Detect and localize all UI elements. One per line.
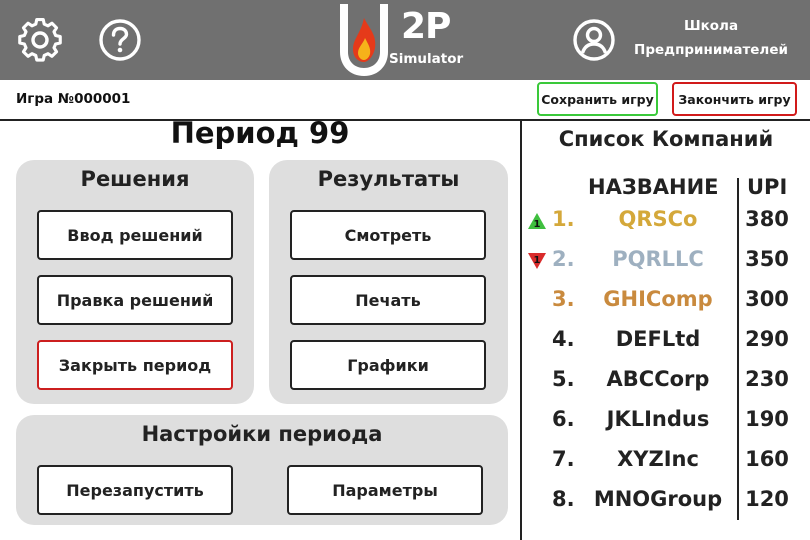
company-name: PQRLLC	[612, 247, 704, 271]
view-results-button[interactable]: Смотреть	[290, 210, 486, 260]
company-upi: 160	[745, 447, 789, 471]
school-line-1: Школа	[683, 18, 739, 34]
school-name: Школа Предпринимателей	[630, 14, 792, 62]
trend-change-label: 1	[534, 255, 541, 266]
company-upi: 380	[745, 207, 789, 231]
school-line-2: Предпринимателей	[634, 42, 788, 58]
end-game-button[interactable]: Закончить игру	[672, 82, 797, 116]
trend-down-icon: 1	[528, 253, 546, 269]
company-list-title: Список Компаний	[558, 127, 774, 151]
print-results-button[interactable]: Печать	[290, 275, 486, 325]
decisions-title: Решения	[80, 167, 190, 191]
gear-icon	[18, 17, 62, 62]
company-rank: 6.	[552, 407, 575, 431]
company-upi: 230	[745, 367, 789, 391]
company-name: ABCCorp	[606, 367, 710, 391]
company-rank: 2.	[552, 247, 575, 271]
company-rank: 3.	[552, 287, 575, 311]
help-button[interactable]	[96, 16, 144, 64]
help-icon	[99, 19, 141, 61]
company-rank: 5.	[552, 367, 575, 391]
company-row: 4. DEFLtd 290	[522, 327, 810, 367]
results-title: Результаты	[317, 167, 460, 191]
company-row: 1 2. PQRLLC 350	[522, 247, 810, 287]
company-upi: 190	[745, 407, 789, 431]
logo-subtext: Simulator	[389, 51, 464, 67]
close-period-button[interactable]: Закрыть период	[37, 340, 233, 390]
logo-text: 2P	[401, 6, 451, 47]
trend-change-label: 1	[534, 219, 541, 230]
profile-button[interactable]	[570, 16, 618, 64]
company-name: XYZInc	[617, 447, 699, 471]
edit-decisions-button[interactable]: Правка решений	[37, 275, 233, 325]
company-name: QRSCo	[618, 207, 698, 231]
user-icon	[573, 19, 615, 61]
column-header-name: НАЗВАНИЕ	[588, 175, 719, 199]
period-title: Период 99	[170, 116, 350, 150]
company-name: DEFLtd	[615, 327, 701, 351]
company-rank: 4.	[552, 327, 575, 351]
company-rank: 1.	[552, 207, 575, 231]
enter-decisions-button[interactable]: Ввод решений	[37, 210, 233, 260]
company-name: MNOGroup	[593, 487, 723, 511]
company-row: 3. GHIComp 300	[522, 287, 810, 327]
company-row: 5. ABCCorp 230	[522, 367, 810, 407]
trend-up-icon: 1	[528, 213, 546, 230]
company-row: 1 1. QRSCo 380	[522, 207, 810, 247]
company-rank: 8.	[552, 487, 575, 511]
results-panel: Результаты Смотреть Печать Графики	[269, 160, 508, 404]
settings-title: Настройки периода	[141, 422, 383, 446]
company-rank: 7.	[552, 447, 575, 471]
settings-button[interactable]	[16, 16, 64, 64]
period-settings-panel: Настройки периода Перезапустить Параметр…	[16, 415, 508, 525]
company-upi: 120	[745, 487, 789, 511]
company-row: 6. JKLIndus 190	[522, 407, 810, 447]
company-upi: 300	[745, 287, 789, 311]
parameters-button[interactable]: Параметры	[287, 465, 483, 515]
restart-button[interactable]: Перезапустить	[37, 465, 233, 515]
company-row: 8. MNOGroup 120	[522, 487, 810, 527]
company-upi: 290	[745, 327, 789, 351]
company-name: JKLIndus	[606, 407, 710, 431]
game-id: Игра №000001	[16, 91, 131, 107]
company-name: GHIComp	[603, 287, 713, 311]
company-upi: 350	[745, 247, 789, 271]
column-header-upi: UPI	[747, 175, 788, 199]
company-row: 7. XYZInc 160	[522, 447, 810, 487]
decisions-panel: Решения Ввод решений Правка решений Закр…	[16, 160, 254, 404]
save-game-button[interactable]: Сохранить игру	[537, 82, 658, 116]
charts-button[interactable]: Графики	[290, 340, 486, 390]
top-bar: 2P Simulator Школа Предпринимателей	[0, 0, 810, 80]
flame-logo-icon	[340, 4, 388, 76]
